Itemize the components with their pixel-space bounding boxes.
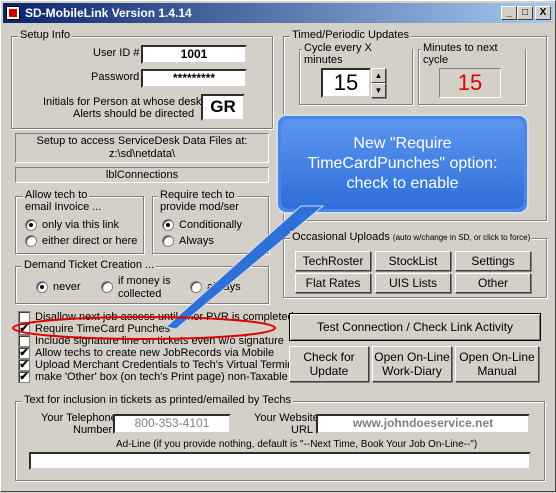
occasional-uploads-note: (auto w/change in SD, or click to force): [392, 233, 531, 242]
demand-never-label: never: [53, 281, 81, 293]
disallow-next-job-label: Disallow next job access until prior PVR…: [35, 311, 294, 323]
create-jobrecords-checkbox[interactable]: ✔: [18, 347, 30, 359]
timed-updates-label: Timed/Periodic Updates: [290, 29, 411, 41]
website-label-line1: Your Website: [254, 412, 319, 424]
callout-line1: New "Require: [353, 135, 452, 152]
callout-text: New "Require TimeCardPunches" option: ch…: [278, 134, 527, 194]
require-timecard-label: Require TimeCard Punches: [35, 323, 171, 335]
close-button[interactable]: X: [535, 6, 551, 20]
techroster-button[interactable]: TechRoster: [295, 251, 371, 271]
demand-money-radio[interactable]: [101, 281, 113, 293]
modser-label-line2: provide mod/ser: [158, 201, 241, 213]
demand-money-label-line2: collected: [118, 288, 162, 300]
datafiles-line1: Setup to access ServiceDesk Data Files a…: [36, 135, 248, 147]
email-only-link-label: only via this link: [42, 219, 120, 231]
work-diary-button[interactable]: Open On-Line Work-Diary: [372, 346, 452, 382]
password-input[interactable]: *********: [141, 69, 247, 88]
demand-always-label: always: [207, 281, 241, 293]
other-nontaxable-label: make 'Other' box (on tech's Print page) …: [35, 371, 288, 383]
check-update-line2: Update: [309, 364, 349, 378]
demand-money-label-line1: if money is: [118, 275, 171, 287]
next-cycle-label: Minutes to next cycle: [421, 42, 525, 66]
website-input[interactable]: www.johndoeservice.net: [316, 414, 530, 434]
callout-line2: TimeCardPunches" option:: [307, 155, 498, 172]
merchant-credentials-checkbox[interactable]: ✔: [18, 359, 30, 371]
check-update-line1: Check for: [303, 350, 355, 364]
modser-always-radio[interactable]: [162, 235, 174, 247]
email-only-link-radio[interactable]: [25, 219, 37, 231]
test-connection-button[interactable]: Test Connection / Check Link Activity: [289, 313, 541, 341]
occasional-uploads-title: Occasional Uploads (auto w/change in SD,…: [290, 231, 533, 243]
demand-ticket-label: Demand Ticket Creation ...: [22, 259, 157, 271]
adline-input[interactable]: [29, 452, 531, 470]
stocklist-button[interactable]: StockList: [375, 251, 451, 271]
connection-status: lblConnections: [15, 167, 269, 183]
create-jobrecords-label: Allow techs to create new JobRecords via…: [35, 347, 275, 359]
disallow-next-job-checkbox[interactable]: [18, 311, 30, 323]
cycle-value[interactable]: 15: [321, 68, 371, 98]
email-invoice-label-line2: email Invoice ...: [23, 201, 104, 213]
demand-always-radio[interactable]: [190, 281, 202, 293]
setup-info-label: Setup Info: [18, 29, 73, 41]
modser-conditionally-label: Conditionally: [179, 219, 242, 231]
callout-line3: check to enable: [346, 175, 459, 192]
settings-button[interactable]: Settings: [455, 251, 531, 271]
signature-line-checkbox[interactable]: [18, 335, 30, 347]
modser-conditionally-radio[interactable]: [162, 219, 174, 231]
email-either-label: either direct or here: [42, 235, 138, 247]
work-diary-line1: Open On-Line: [374, 350, 450, 364]
other-nontaxable-checkbox[interactable]: ✔: [18, 371, 30, 383]
require-timecard-checkbox[interactable]: ✔: [18, 323, 30, 335]
cycle-up-button[interactable]: ▲: [371, 68, 386, 83]
datafiles-line2: z:\sd\netdata\: [108, 148, 176, 160]
userid-input[interactable]: 1001: [141, 45, 247, 64]
email-either-radio[interactable]: [25, 235, 37, 247]
maximize-button[interactable]: □: [517, 6, 533, 20]
occasional-uploads-label: Occasional Uploads: [292, 231, 390, 243]
website-label-line2: URL: [291, 424, 314, 436]
callout-box: New "Require TimeCardPunches" option: ch…: [276, 114, 529, 214]
check-update-button[interactable]: Check for Update: [289, 346, 369, 382]
app-icon: [6, 6, 20, 20]
next-cycle-value: 15: [439, 68, 501, 98]
other-button[interactable]: Other: [455, 273, 531, 293]
online-manual-button[interactable]: Open On-Line Manual: [455, 346, 539, 382]
demand-never-radio[interactable]: [36, 281, 48, 293]
modser-label-line1: Require tech to: [158, 189, 237, 201]
flat-rates-button[interactable]: Flat Rates: [295, 273, 371, 293]
window-title: SD-MobileLink Version 1.4.14: [25, 6, 192, 20]
phone-label-line1: Your Telephone: [41, 412, 117, 424]
uis-lists-button[interactable]: UIS Lists: [375, 273, 451, 293]
inclusion-label: Text for inclusion in tickets as printed…: [22, 394, 293, 406]
online-manual-line1: Open On-Line: [459, 350, 535, 364]
work-diary-line2: Work-Diary: [382, 364, 442, 378]
initials-label-line2: Alerts should be directed: [73, 108, 195, 120]
modser-always-label: Always: [179, 235, 214, 247]
adline-label: Ad-Line (if you provide nothing, default…: [116, 439, 478, 450]
signature-line-label: Include signature line on tickets even w…: [35, 335, 284, 347]
datafiles-panel: Setup to access ServiceDesk Data Files a…: [15, 133, 269, 163]
initials-label-line1: Initials for Person at whose desk: [43, 96, 202, 108]
phone-label-line2: Number: [73, 424, 113, 436]
online-manual-line2: Manual: [477, 364, 517, 378]
userid-label: User ID #: [93, 47, 140, 59]
phone-input[interactable]: 800-353-4101: [113, 414, 231, 434]
merchant-credentials-label: Upload Merchant Credentials to Tech's Vi…: [35, 359, 302, 371]
cycle-label: Cycle every X minutes: [302, 42, 412, 66]
app-window: SD-MobileLink Version 1.4.14 _ □ X Setup…: [0, 0, 556, 492]
title-bar[interactable]: SD-MobileLink Version 1.4.14 _ □ X: [3, 3, 553, 23]
email-invoice-label-line1: Allow tech to: [23, 189, 90, 201]
cycle-down-button[interactable]: ▼: [371, 83, 386, 98]
minimize-button[interactable]: _: [501, 6, 517, 20]
password-label: Password: [91, 71, 140, 83]
initials-input[interactable]: GR: [201, 94, 245, 121]
